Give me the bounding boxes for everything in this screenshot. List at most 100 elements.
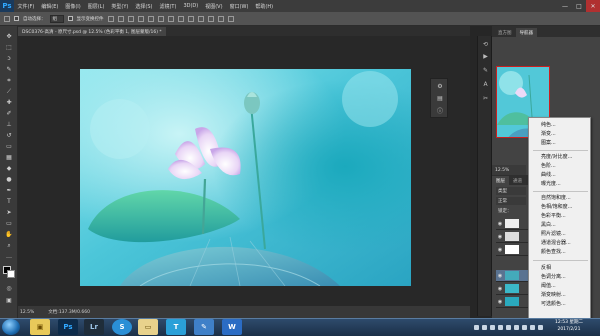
align-right-icon[interactable] [157,15,164,22]
tools-preset-icon[interactable]: ✂ [481,94,490,103]
zoom-tool-icon[interactable]: ⌕ [4,241,14,250]
eraser-tool-icon[interactable]: ▭ [4,142,14,151]
align-bottom-icon[interactable] [127,15,134,22]
menu-3d[interactable]: 3D(D) [180,3,202,9]
menu-select[interactable]: 选择(S) [132,3,156,10]
taskbar-app-s[interactable]: S [112,319,132,335]
tray-icon[interactable] [514,324,519,330]
eye-icon[interactable]: ◉ [497,234,503,240]
gradient-tool-icon[interactable]: ▦ [4,153,14,162]
more-tools-icon[interactable]: … [4,252,14,261]
layer-row[interactable]: ◉ [496,244,528,256]
status-zoom[interactable]: 12.5% [20,310,34,315]
folder-icon[interactable]: ▭ [138,319,158,335]
menu-filter[interactable]: 滤镜(T) [156,3,180,10]
menu-item-pattern[interactable]: 图案... [541,140,556,146]
menu-item-curves[interactable]: 曲线... [541,172,556,178]
menu-item-levels[interactable]: 色阶... [541,163,556,169]
menu-type[interactable]: 类型(Y) [108,3,132,10]
menu-view[interactable]: 视图(V) [202,3,226,10]
align-top-icon[interactable] [107,15,114,22]
menu-item-invert[interactable]: 反相 [541,265,551,271]
menu-item-posterize[interactable]: 色调分离... [541,274,566,280]
actions-icon[interactable]: ▶ [481,52,490,61]
auto-select-checkbox[interactable] [14,16,19,21]
auto-select-dropdown[interactable]: 组 [49,14,64,23]
layer-kind-filter[interactable]: 类型 [496,187,526,195]
word-app-icon[interactable]: W [222,319,242,335]
type-tool-icon[interactable]: T [4,197,14,206]
tab-histogram[interactable]: 直方图 [494,28,516,37]
taskbar-app-t[interactable]: T [166,319,186,335]
hand-tool-icon[interactable]: ✋ [4,230,14,239]
tray-icon[interactable] [538,324,543,330]
tab-channels[interactable]: 通道 [509,176,526,185]
navigator-zoom[interactable]: 12.5% [492,165,526,175]
layer-row[interactable]: ◉ [496,231,528,243]
path-select-tool-icon[interactable]: ➤ [4,208,14,217]
taskbar-clock[interactable]: 12:53 星期二 2017/2/21 [548,319,590,335]
distribute-middle-icon[interactable] [177,15,184,22]
align-middle-icon[interactable] [117,15,124,22]
eye-icon[interactable]: ◉ [497,221,503,227]
document-tab[interactable]: DSC0376-高清 - 原尺寸.psd @ 12.5% (色彩平衡 1, 图层… [18,27,166,36]
crop-tool-icon[interactable]: ⌗ [4,76,14,85]
stamp-tool-icon[interactable]: ⊥ [4,120,14,129]
menu-layer[interactable]: 图层(L) [84,3,108,10]
distribute-right-icon[interactable] [217,15,224,22]
menu-item-color-balance[interactable]: 色彩平衡... [541,213,566,219]
properties-icon[interactable]: ⚙ [435,82,445,91]
tray-icon[interactable] [482,324,487,330]
menu-item-exposure[interactable]: 曝光度... [541,181,561,187]
menu-item-hue-saturation[interactable]: 色相/饱和度... [541,204,572,210]
tray-icon[interactable] [474,324,479,330]
menu-item-gradient-map[interactable]: 渐变映射... [541,292,566,298]
layer-row[interactable]: ◉ [496,270,528,282]
lasso-tool-icon[interactable]: ↄ [4,54,14,63]
move-tool-icon[interactable]: ✥ [4,32,14,41]
brush-panel-icon[interactable]: ✎ [481,66,490,75]
tab-layers[interactable]: 图层 [492,176,509,185]
layer-row[interactable]: ◉ [496,296,528,308]
blend-mode-dropdown[interactable]: 正常 [496,197,526,205]
tray-icon[interactable] [530,324,535,330]
history-brush-icon[interactable]: ↺ [4,131,14,140]
tab-navigator[interactable]: 导航器 [515,28,537,37]
healing-tool-icon[interactable]: ✚ [4,98,14,107]
menu-image[interactable]: 图像(I) [62,3,84,10]
layer-row[interactable]: ◉ [496,218,528,230]
close-button[interactable]: ✕ [586,0,600,12]
character-icon[interactable]: A [481,80,490,89]
info-icon[interactable]: ⓘ [435,106,445,115]
menu-item-selective-color[interactable]: 可选颜色... [541,301,566,307]
align-center-icon[interactable] [147,15,154,22]
dodge-tool-icon[interactable]: ● [4,175,14,184]
pen-tool-icon[interactable]: ✒ [4,186,14,195]
menu-item-gradient[interactable]: 渐变... [541,131,556,137]
lotus-photo-canvas[interactable] [80,69,411,286]
file-explorer-icon[interactable]: ▣ [30,319,50,335]
marquee-tool-icon[interactable]: ⬚ [4,43,14,52]
quick-select-tool-icon[interactable]: ✎ [4,65,14,74]
menu-help[interactable]: 帮助(H) [252,3,277,10]
taskbar-lightroom[interactable]: Lr [84,319,104,335]
quick-mask-icon[interactable]: ◎ [4,284,14,293]
distribute-bottom-icon[interactable] [187,15,194,22]
tray-icon[interactable] [506,324,511,330]
shape-tool-icon[interactable]: ▭ [4,219,14,228]
screen-mode-icon[interactable]: ▣ [4,296,14,305]
tray-icon[interactable] [490,324,495,330]
eyedropper-tool-icon[interactable]: ⟋ [4,87,14,96]
taskbar-photoshop[interactable]: Ps [58,319,78,335]
menu-item-channel-mixer[interactable]: 通道混合器... [541,240,571,246]
blur-tool-icon[interactable]: ◆ [4,164,14,173]
menu-item-vibrance[interactable]: 自然饱和度... [541,195,571,201]
adjustments-icon[interactable]: ▤ [435,94,445,103]
distribute-left-icon[interactable] [197,15,204,22]
minimize-button[interactable]: — [558,0,572,12]
menu-item-photo-filter[interactable]: 照片滤镜... [541,231,566,237]
menu-item-color-lookup[interactable]: 颜色查找... [541,249,566,255]
menu-item-brightness-contrast[interactable]: 亮度/对比度... [541,154,572,160]
history-icon[interactable]: ⟲ [481,40,490,49]
menu-window[interactable]: 窗口(W) [226,3,252,10]
